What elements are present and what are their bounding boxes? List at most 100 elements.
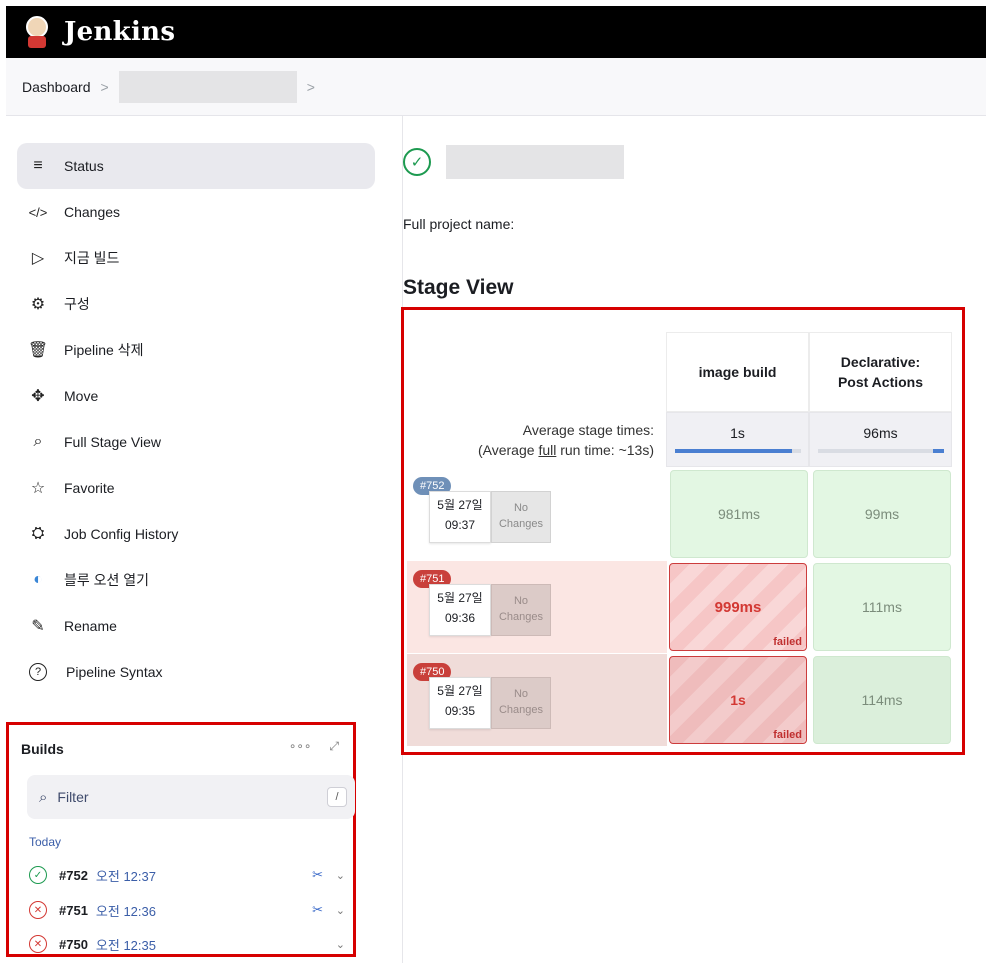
avg-time-bar (675, 449, 801, 453)
breadcrumb-separator: > (100, 78, 109, 95)
build-time[interactable]: 오전 12:37 (96, 866, 156, 885)
replay-tool-icon[interactable]: ✂ (312, 902, 323, 918)
sidebar-item-label: 지금 빌드 (64, 250, 120, 266)
avg-run-pre: (Average (477, 442, 539, 458)
builds-panel: Builds ∘∘∘ ⤢ ⌕ Filter / Today ✓ #752 오전 … (6, 722, 356, 957)
sidebar-item-open-blue-ocean[interactable]: ◐ 블루 오션 열기 (17, 557, 375, 603)
build-row[interactable]: ✕ #751 오전 12:36 ✂ ⌄ (29, 898, 347, 922)
sidebar-item-configure[interactable]: ⚙ 구성 (17, 281, 375, 327)
stage-cell-success[interactable]: 99ms (813, 470, 951, 558)
sidebar-nav: ≡ Status </> Changes ▷ 지금 빌드 ⚙ 구성 🗑 Pipe… (17, 143, 375, 695)
breadcrumb-job-redacted[interactable] (118, 70, 297, 103)
chevron-down-icon[interactable]: ⌄ (336, 904, 345, 917)
build-time[interactable]: 오전 12:36 (96, 901, 156, 920)
stage-cell-failed[interactable]: 1s failed (669, 656, 807, 744)
run-date: 5월 27일 (437, 498, 483, 512)
avg-time-value: 96ms (863, 425, 898, 441)
breadcrumb-separator: > (306, 78, 315, 95)
document-icon: ≡ (33, 157, 43, 174)
build-row[interactable]: ✓ #752 오전 12:37 ✂ ⌄ (29, 863, 347, 887)
more-options-icon[interactable]: ∘∘∘ (289, 739, 312, 754)
replay-tool-icon[interactable]: ✂ (312, 867, 323, 883)
success-check-icon: ✓ (29, 866, 47, 884)
builds-title: Builds (21, 741, 64, 757)
stage-duration: 981ms (717, 506, 761, 522)
full-project-name: Full project name: (403, 216, 515, 232)
sidebar-item-delete-pipeline[interactable]: 🗑 Pipeline 삭제 (17, 327, 375, 373)
breadcrumb-dashboard[interactable]: Dashboard (22, 79, 91, 95)
sidebar-item-pipeline-syntax[interactable]: ? Pipeline Syntax (17, 649, 375, 695)
play-icon: ▷ (31, 250, 45, 267)
top-header: Jenkins (6, 6, 986, 58)
build-time[interactable]: 오전 12:35 (96, 935, 156, 954)
stage-cell-success[interactable]: 114ms (813, 656, 951, 744)
build-row[interactable]: ✕ #750 오전 12:35 ⌄ (29, 932, 347, 956)
search-icon: ⌕ (33, 433, 43, 450)
stage-cell-success[interactable]: 981ms (670, 470, 808, 558)
full-run-link[interactable]: full (538, 442, 556, 458)
run-row-750[interactable]: #750 5월 27일 09:35 No Changes (407, 654, 667, 746)
jenkins-logo-icon[interactable] (22, 14, 52, 50)
success-check-icon: ✓ (403, 148, 431, 176)
chevron-down-icon[interactable]: ⌄ (336, 938, 345, 951)
stage-duration: 99ms (864, 506, 900, 522)
job-title-redacted (446, 145, 624, 179)
run-row-752[interactable]: #752 5월 27일 09:37 No Changes (407, 468, 667, 560)
filter-placeholder: Filter (57, 789, 89, 805)
run-date-card: 5월 27일 09:37 (429, 491, 491, 543)
average-stage-times-line: Average stage times: (522, 422, 654, 438)
trash-icon: 🗑 (27, 342, 49, 359)
brand-name[interactable]: Jenkins (64, 17, 175, 47)
expand-icon[interactable]: ⤢ (329, 739, 339, 754)
sidebar-item-label: Move (64, 388, 99, 404)
job-title-row: ✓ (403, 145, 624, 179)
sidebar-item-changes[interactable]: </> Changes (17, 189, 375, 235)
sidebar-item-label: Rename (64, 618, 117, 634)
sidebar-item-full-stage-view[interactable]: ⌕ Full Stage View (17, 419, 375, 465)
chevron-down-icon[interactable]: ⌄ (336, 869, 345, 882)
stage-cell-failed[interactable]: 999ms failed (669, 563, 807, 651)
sidebar-item-move[interactable]: ✥ Move (17, 373, 375, 419)
sidebar-item-label: Job Config History (64, 526, 179, 542)
sidebar-item-label: Pipeline 삭제 (64, 342, 144, 358)
sidebar-item-rename[interactable]: ✎ Rename (17, 603, 375, 649)
sidebar-item-status[interactable]: ≡ Status (17, 143, 375, 189)
run-row-751[interactable]: #751 5월 27일 09:36 No Changes (407, 561, 667, 653)
sidebar-item-label: Full Stage View (64, 434, 162, 450)
run-date: 5월 27일 (437, 591, 483, 605)
average-run-time-line: (Average full run time: ~13s) (404, 440, 654, 460)
stage-cell-success[interactable]: 111ms (813, 563, 951, 651)
stage-duration: 1s (730, 692, 746, 708)
stage-view-table: image build Declarative: Post Actions Av… (401, 307, 965, 755)
breadcrumb: Dashboard > > (6, 58, 986, 116)
sidebar-item-label: Pipeline Syntax (66, 664, 163, 680)
sidebar-item-label: 블루 오션 열기 (64, 572, 150, 588)
sidebar-item-job-config-history[interactable]: ⛭ Job Config History (17, 511, 375, 557)
avg-run-post: run time: ~13s) (556, 442, 654, 458)
avg-time-post-actions: 96ms (809, 412, 952, 467)
no-changes-box[interactable]: No Changes (491, 584, 551, 636)
sidebar-item-label: Favorite (64, 480, 115, 496)
builds-group-label: Today (29, 835, 62, 849)
stage-duration: 111ms (862, 599, 902, 615)
builds-toolbar: ∘∘∘ ⤢ (289, 739, 339, 754)
stage-duration: 999ms (714, 598, 762, 616)
run-time: 09:35 (444, 704, 476, 718)
no-changes-box[interactable]: No Changes (491, 677, 551, 729)
sidebar-item-favorite[interactable]: ☆ Favorite (17, 465, 375, 511)
sidebar-item-label: 구성 (64, 296, 90, 312)
no-changes-box[interactable]: No Changes (491, 491, 551, 543)
build-number[interactable]: #752 (59, 868, 88, 883)
stage-duration: 114ms (861, 692, 903, 708)
builds-filter-input[interactable]: ⌕ Filter / (27, 775, 355, 819)
star-icon: ☆ (30, 480, 46, 497)
avg-time-bar-fill (675, 449, 793, 453)
stage-header-image-build: image build (666, 332, 809, 412)
search-icon: ⌕ (39, 788, 48, 806)
build-number[interactable]: #750 (59, 937, 88, 952)
run-time: 09:36 (444, 611, 476, 625)
stage-view-title: Stage View (403, 276, 514, 299)
build-number[interactable]: #751 (59, 903, 88, 918)
sidebar-item-build-now[interactable]: ▷ 지금 빌드 (17, 235, 375, 281)
avg-time-bar (818, 449, 944, 453)
